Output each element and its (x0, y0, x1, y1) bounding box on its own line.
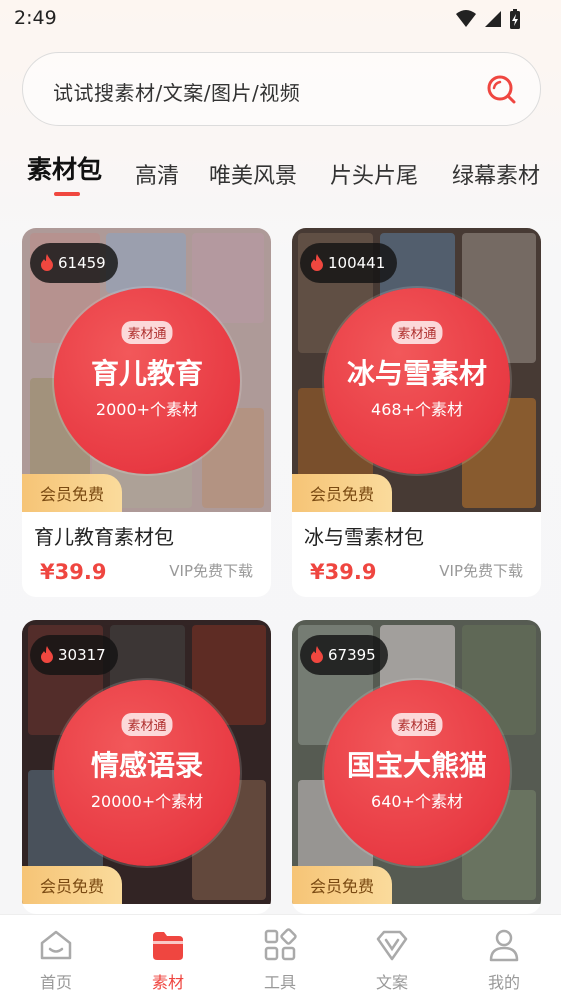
cover-circle: 素材通 冰与雪素材 468+个素材 (324, 288, 510, 474)
card-title: 育儿教育素材包 (34, 525, 174, 549)
cover-tag: 素材通 (121, 321, 173, 344)
cover-title: 冰与雪素材 (346, 357, 487, 390)
material-card[interactable]: 100441 素材通 冰与雪素材 468+个素材 会员免费 冰与雪素材包 ¥39… (292, 228, 541, 597)
cover-circle: 素材通 国宝大熊猫 640+个素材 (324, 680, 510, 866)
vip-free-badge: 会员免费 (22, 474, 122, 512)
card-price: ¥39.9 (310, 560, 377, 584)
material-card[interactable]: 67395 素材通 国宝大熊猫 640+个素材 会员免费 (292, 620, 541, 914)
cover-title: 育儿教育 (90, 357, 203, 390)
hot-count: 67395 (328, 646, 376, 664)
home-icon (40, 930, 72, 960)
search-icon[interactable] (486, 74, 518, 106)
hot-badge: 67395 (300, 635, 388, 675)
search-placeholder: 试试搜素材/文案/图片/视频 (53, 81, 301, 105)
nav-label: 首页 (39, 973, 72, 992)
cover-circle: 素材通 育儿教育 2000+个素材 (54, 288, 240, 474)
vip-free-badge: 会员免费 (292, 866, 392, 904)
hot-badge: 61459 (30, 243, 118, 283)
hot-count: 30317 (58, 646, 106, 664)
nav-label: 素材 (151, 973, 184, 992)
tab-scenery[interactable]: 唯美风景 (209, 158, 297, 190)
card-cover[interactable]: 100441 素材通 冰与雪素材 468+个素材 会员免费 (292, 228, 541, 512)
card-price: ¥39.9 (40, 560, 107, 584)
card-vip-text: VIP免费下载 (169, 562, 253, 580)
battery-icon (510, 9, 520, 29)
tools-icon (264, 928, 297, 961)
card-vip-text: VIP免费下载 (439, 562, 523, 580)
cover-count: 2000+个素材 (95, 400, 199, 419)
card-cover[interactable]: 30317 素材通 情感语录 20000+个素材 会员免费 (22, 620, 271, 904)
diamond-v-icon (376, 930, 408, 961)
bottom-nav: 首页 素材 工具 文案 我的 (0, 914, 561, 999)
category-tabs: 素材包 高清 唯美风景 片头片尾 绿幕素材 (0, 152, 561, 202)
nav-home[interactable]: 首页 (0, 915, 112, 999)
nav-label: 文案 (375, 973, 408, 992)
nav-copywriting[interactable]: 文案 (336, 915, 448, 999)
card-cover[interactable]: 67395 素材通 国宝大熊猫 640+个素材 会员免费 (292, 620, 541, 904)
fire-icon (311, 646, 323, 663)
tab-intro-outro[interactable]: 片头片尾 (330, 158, 418, 190)
active-tab-indicator (54, 192, 80, 196)
status-bar: 2:49 (0, 0, 561, 38)
nav-material[interactable]: 素材 (112, 915, 224, 999)
cover-title: 国宝大熊猫 (346, 749, 487, 782)
status-time: 2:49 (14, 7, 57, 29)
cover-title: 情感语录 (90, 749, 203, 782)
tab-hd[interactable]: 高清 (135, 158, 179, 190)
vip-free-badge: 会员免费 (22, 866, 122, 904)
vip-free-badge: 会员免费 (292, 474, 392, 512)
hot-badge: 30317 (30, 635, 118, 675)
tab-green-screen[interactable]: 绿幕素材 (452, 158, 540, 190)
material-card[interactable]: 61459 素材通 育儿教育 2000+个素材 会员免费 育儿教育素材包 ¥39… (22, 228, 271, 597)
fire-icon (41, 646, 53, 663)
nav-mine[interactable]: 我的 (448, 915, 560, 999)
material-card[interactable]: 30317 素材通 情感语录 20000+个素材 会员免费 (22, 620, 271, 914)
signal-icon (485, 11, 501, 27)
tab-material-pack[interactable]: 素材包 (27, 150, 102, 186)
cover-tag: 素材通 (391, 713, 443, 736)
nav-tools[interactable]: 工具 (224, 915, 336, 999)
fire-icon (41, 254, 53, 271)
hot-badge: 100441 (300, 243, 398, 283)
user-icon (489, 929, 519, 962)
search-input[interactable]: 试试搜素材/文案/图片/视频 (22, 52, 541, 126)
cover-tag: 素材通 (391, 321, 443, 344)
cover-count: 640+个素材 (371, 792, 463, 811)
folder-icon (153, 932, 183, 960)
fire-icon (311, 254, 323, 271)
cover-tag: 素材通 (121, 713, 173, 736)
nav-label: 工具 (263, 973, 296, 992)
card-cover[interactable]: 61459 素材通 育儿教育 2000+个素材 会员免费 (22, 228, 271, 512)
hot-count: 100441 (328, 254, 386, 272)
cover-circle: 素材通 情感语录 20000+个素材 (54, 680, 240, 866)
card-title: 冰与雪素材包 (304, 525, 424, 549)
cover-count: 468+个素材 (371, 400, 463, 419)
status-icons (455, 8, 521, 30)
cover-count: 20000+个素材 (90, 792, 204, 811)
nav-label: 我的 (487, 973, 520, 992)
wifi-icon (456, 10, 476, 27)
hot-count: 61459 (58, 254, 106, 272)
